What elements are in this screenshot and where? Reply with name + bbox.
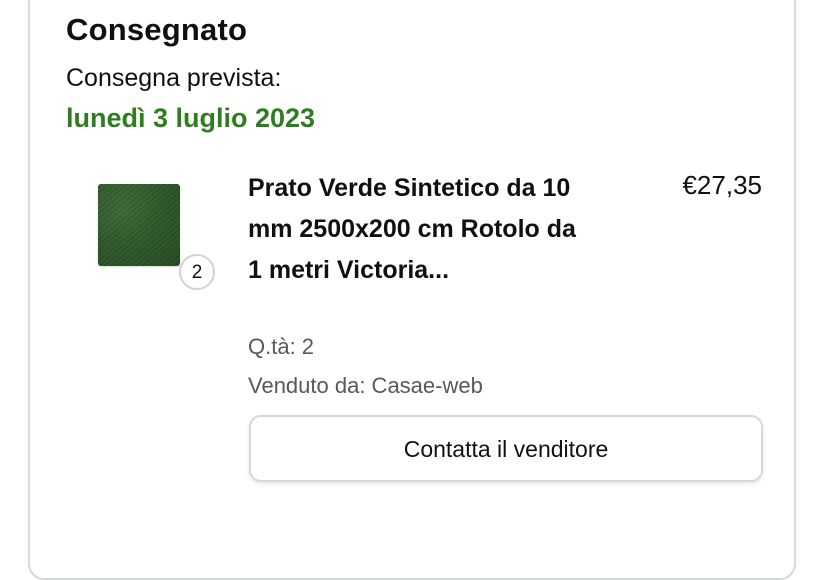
expected-delivery-label: Consegna prevista: xyxy=(66,64,282,92)
product-title-link[interactable]: Prato Verde Sintetico da 10 mm 2500x200 … xyxy=(248,168,578,291)
product-price: €27,35 xyxy=(682,170,762,200)
contact-seller-button[interactable]: Contatta il venditore xyxy=(249,415,763,482)
quantity-badge: 2 xyxy=(179,254,215,290)
delivery-status-title: Consegnato xyxy=(66,12,248,47)
quantity-text: Q.tà: 2 xyxy=(248,334,315,359)
seller-text: Venduto da: Casae-web xyxy=(248,373,483,398)
product-image[interactable] xyxy=(98,184,180,266)
expected-delivery-date: lunedì 3 luglio 2023 xyxy=(66,103,316,133)
